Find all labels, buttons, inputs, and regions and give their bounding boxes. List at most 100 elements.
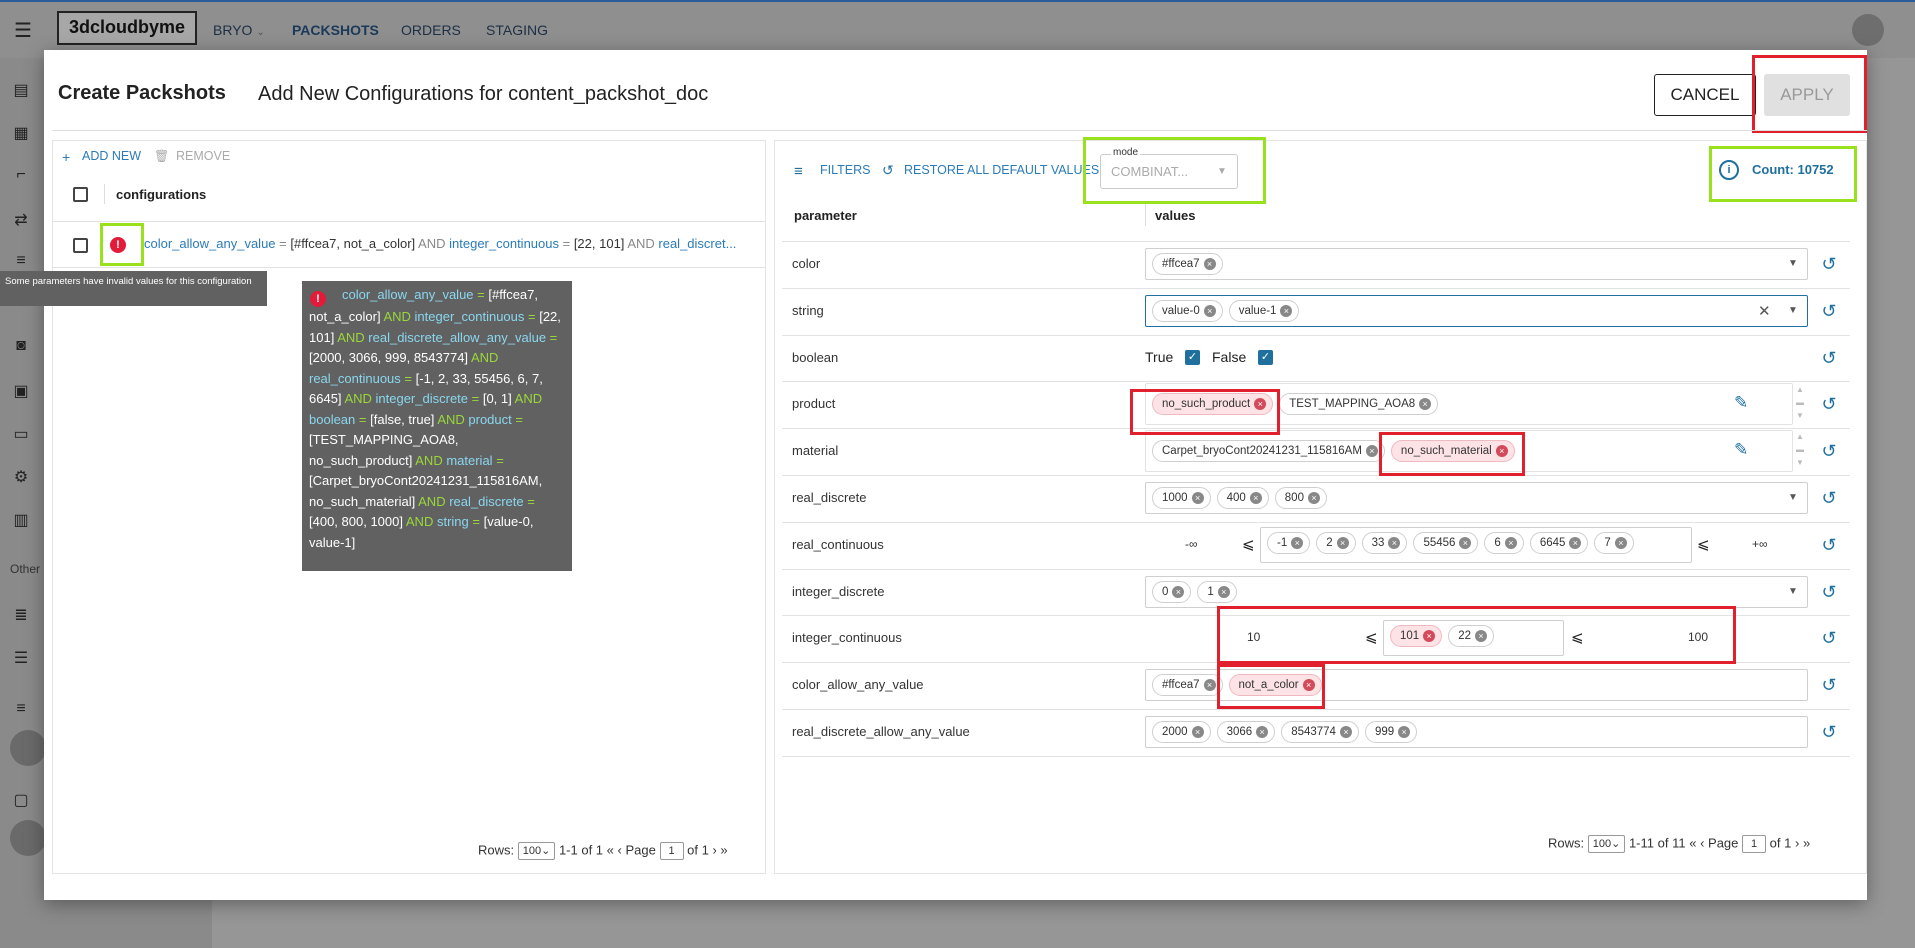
value-chip[interactable]: 2 × bbox=[1316, 531, 1356, 554]
values-field-integer_discrete[interactable]: 0 × 1 × ▼ bbox=[1145, 575, 1808, 608]
value-chip[interactable]: TEST_MAPPING_AOA8 × bbox=[1279, 393, 1439, 416]
value-chip[interactable]: value-1 × bbox=[1228, 299, 1300, 322]
nav-staging[interactable]: STAGING bbox=[486, 22, 548, 38]
first-page-icon[interactable]: « bbox=[1689, 835, 1696, 850]
history-icon[interactable]: ↺ bbox=[1818, 487, 1840, 509]
value-chip[interactable]: 33 × bbox=[1361, 531, 1408, 554]
value-chip[interactable]: value-0 × bbox=[1152, 299, 1223, 322]
close-icon[interactable]: × bbox=[1203, 258, 1216, 270]
round-action-icon[interactable] bbox=[10, 730, 46, 766]
close-icon[interactable]: × bbox=[1339, 726, 1352, 738]
prev-page-icon[interactable]: ‹ bbox=[1700, 835, 1704, 850]
close-icon[interactable]: × bbox=[1419, 398, 1432, 411]
avatar-icon[interactable] bbox=[1852, 14, 1884, 46]
first-page-icon[interactable]: « bbox=[607, 842, 614, 857]
paint-roller-icon[interactable]: ⌐ bbox=[10, 166, 32, 184]
value-chip[interactable]: #ffcea7 × bbox=[1152, 253, 1223, 275]
value-chip[interactable]: 400 × bbox=[1216, 487, 1269, 509]
value-chip[interactable]: Carpet_bryoCont20241231_115816AM × bbox=[1152, 440, 1385, 463]
value-chip[interactable]: 3066 × bbox=[1216, 721, 1276, 743]
nav-orders[interactable]: ORDERS bbox=[401, 22, 461, 38]
false-checkbox[interactable]: ✓ bbox=[1258, 349, 1273, 365]
edit-icon[interactable]: ✎ bbox=[1734, 393, 1748, 413]
value-chip[interactable]: 55456 × bbox=[1413, 531, 1479, 554]
value-chip[interactable]: 1 × bbox=[1197, 580, 1237, 603]
value-chip[interactable]: 1000 × bbox=[1152, 487, 1211, 509]
true-checkbox[interactable]: ✓ bbox=[1185, 349, 1200, 365]
chevron-down-icon[interactable]: ▼ bbox=[1788, 586, 1798, 597]
nav-packshots[interactable]: PACKSHOTS bbox=[292, 22, 379, 38]
values-field-string[interactable]: value-0 × value-1 × ✕ ▼ bbox=[1145, 294, 1808, 327]
close-icon[interactable]: × bbox=[1307, 492, 1320, 504]
chevron-down-icon[interactable]: ▼ bbox=[1788, 305, 1798, 316]
range-min[interactable]: -∞ bbox=[1185, 537, 1198, 551]
close-icon[interactable]: × bbox=[1336, 536, 1349, 549]
value-chip[interactable]: 999 × bbox=[1364, 721, 1418, 743]
chevron-down-icon[interactable]: ▼ bbox=[1788, 258, 1798, 269]
values-field-real_discrete_allow_any_value[interactable]: 2000 × 3066 × 8543774 × 999 × bbox=[1145, 716, 1808, 748]
search-list-icon[interactable]: ≣ bbox=[10, 605, 32, 624]
menu-icon[interactable]: ☰ bbox=[14, 18, 32, 43]
close-icon[interactable]: × bbox=[1365, 445, 1378, 458]
restore-defaults-button[interactable]: RESTORE ALL DEFAULT VALUES bbox=[904, 163, 1099, 177]
value-chip[interactable]: 800 × bbox=[1274, 487, 1327, 509]
value-chip[interactable]: 2000 × bbox=[1152, 721, 1211, 743]
settings-icon[interactable]: ⚙ bbox=[10, 467, 32, 486]
range-max[interactable]: +∞ bbox=[1752, 537, 1768, 551]
dashboard-icon[interactable]: ▤ bbox=[10, 80, 32, 99]
close-icon[interactable]: × bbox=[1217, 585, 1230, 598]
grid-icon[interactable]: ▦ bbox=[10, 123, 32, 142]
history-icon[interactable]: ↺ bbox=[1818, 440, 1840, 462]
sliders-icon-2[interactable]: ≡ bbox=[10, 700, 32, 718]
chart-icon[interactable]: ▥ bbox=[10, 510, 32, 529]
history-icon[interactable]: ↺ bbox=[1818, 674, 1840, 696]
close-icon[interactable]: × bbox=[1291, 536, 1304, 549]
close-icon[interactable]: × bbox=[1249, 492, 1262, 504]
value-chip[interactable]: -1 × bbox=[1267, 531, 1311, 554]
values-field-color[interactable]: #ffcea7 × ▼ bbox=[1145, 248, 1808, 280]
cancel-button[interactable]: CANCEL bbox=[1654, 74, 1756, 116]
value-chip[interactable]: #ffcea7 × bbox=[1152, 674, 1223, 697]
value-chip[interactable]: 6645 × bbox=[1529, 531, 1589, 554]
close-icon[interactable]: × bbox=[1504, 536, 1517, 549]
close-icon[interactable]: × bbox=[1191, 726, 1204, 738]
page-input[interactable]: 1 bbox=[1742, 835, 1767, 853]
history-icon[interactable]: ↺ bbox=[1818, 581, 1840, 603]
close-icon[interactable]: × bbox=[1398, 726, 1411, 738]
history-icon[interactable]: ↺ bbox=[1818, 253, 1840, 275]
camera-icon[interactable]: ◙ bbox=[10, 337, 32, 355]
values-field-real_continuous[interactable]: -1 × 2 × 33 × 55456 × 6 × 6645 × 7 × bbox=[1260, 526, 1692, 563]
edit-icon[interactable]: ✎ bbox=[1734, 440, 1748, 460]
remove-button[interactable]: REMOVE bbox=[176, 149, 230, 163]
table-icon[interactable]: ▭ bbox=[10, 424, 32, 443]
history-icon[interactable]: ↺ bbox=[1818, 393, 1840, 415]
last-page-icon[interactable]: » bbox=[1803, 835, 1810, 850]
message-icon[interactable]: ▢ bbox=[10, 790, 32, 809]
value-chip[interactable]: 6 × bbox=[1484, 531, 1524, 554]
history-icon[interactable]: ↺ bbox=[1818, 300, 1840, 322]
history-icon[interactable]: ↺ bbox=[1818, 627, 1840, 649]
close-icon[interactable]: × bbox=[1256, 726, 1269, 738]
history-icon[interactable]: ↺ bbox=[1818, 347, 1840, 369]
clear-icon[interactable]: ✕ bbox=[1758, 302, 1771, 320]
close-icon[interactable]: × bbox=[1203, 304, 1216, 317]
close-icon[interactable]: × bbox=[1614, 536, 1627, 549]
close-icon[interactable]: × bbox=[1172, 585, 1185, 598]
merge-icon[interactable]: ⇄ bbox=[10, 210, 32, 229]
close-icon[interactable]: × bbox=[1203, 679, 1216, 692]
round-action-icon-2[interactable] bbox=[10, 820, 46, 856]
values-field-real_discrete[interactable]: 1000 × 400 × 800 × ▼ bbox=[1145, 482, 1808, 514]
sliders-icon[interactable]: ≡ bbox=[10, 252, 32, 270]
close-icon[interactable]: × bbox=[1459, 536, 1472, 549]
app-logo[interactable]: 3dcloudbyme bbox=[57, 11, 198, 45]
last-page-icon[interactable]: » bbox=[720, 842, 727, 857]
scroll-arrows[interactable]: ▲ ▬ ▼ bbox=[1796, 383, 1804, 425]
history-icon[interactable]: ↺ bbox=[1818, 534, 1840, 556]
list-icon[interactable]: ☰ bbox=[10, 648, 32, 667]
add-new-button[interactable]: ADD NEW bbox=[82, 149, 141, 163]
chevron-down-icon[interactable]: ▼ bbox=[1788, 492, 1798, 503]
next-page-icon[interactable]: › bbox=[712, 842, 716, 857]
value-chip[interactable]: 0 × bbox=[1152, 580, 1192, 603]
filters-button[interactable]: FILTERS bbox=[820, 163, 870, 177]
history-icon[interactable]: ↺ bbox=[1818, 721, 1840, 743]
